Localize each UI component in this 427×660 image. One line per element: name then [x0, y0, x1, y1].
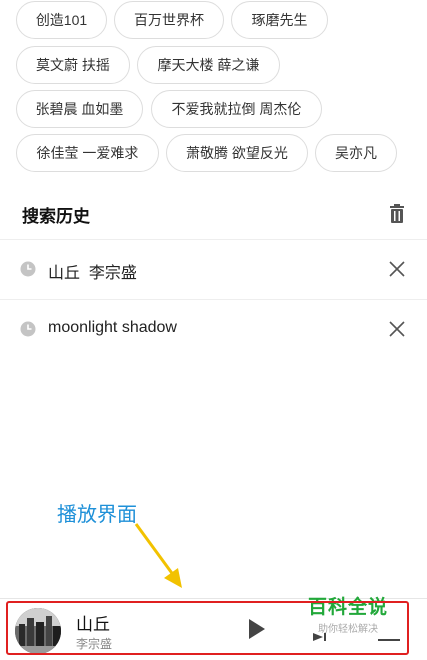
history-item-text: moonlight shadow [48, 319, 177, 336]
close-icon[interactable] [389, 261, 405, 277]
history-item-text: 山丘 李宗盛 [48, 265, 137, 282]
hot-tag[interactable]: 创造101 [16, 1, 107, 39]
hot-tag[interactable]: 张碧晨 血如墨 [16, 90, 143, 128]
hot-tag[interactable]: 徐佳莹 一爱难求 [16, 134, 159, 172]
hot-tag[interactable]: 萧敬腾 欲望反光 [166, 134, 308, 172]
search-history-title: 搜索历史 [22, 207, 90, 226]
mini-player-bar[interactable] [0, 598, 427, 660]
trash-icon[interactable] [388, 204, 406, 224]
history-item[interactable]: 山丘 李宗盛 [0, 240, 427, 298]
history-item[interactable]: moonlight shadow [0, 300, 427, 358]
hot-tag[interactable]: 摩天大楼 薛之谦 [137, 46, 280, 84]
clock-icon [20, 321, 36, 337]
album-cover[interactable] [15, 608, 61, 654]
close-icon[interactable] [389, 321, 405, 337]
annotation-arrow-icon [134, 523, 182, 588]
now-playing-artist: 李宗盛 [76, 637, 113, 651]
clock-icon [20, 261, 36, 277]
play-icon[interactable] [248, 618, 266, 640]
now-playing-title: 山丘 [76, 615, 110, 634]
next-icon[interactable] [312, 632, 330, 642]
hot-tag[interactable]: 吴亦凡 [315, 134, 397, 172]
hot-tag[interactable]: 莫文蔚 扶摇 [16, 46, 130, 84]
hot-tag[interactable]: 不爱我就拉倒 周杰伦 [151, 90, 322, 128]
hot-search-tags: 创造101 百万世界杯 琢磨先生 莫文蔚 扶摇 摩天大楼 薛之谦 张碧晨 血如墨… [0, 0, 427, 180]
annotation-label: 播放界面 [57, 504, 137, 526]
playlist-icon[interactable] [378, 633, 400, 641]
hot-tag[interactable]: 百万世界杯 [114, 1, 224, 39]
hot-tag[interactable]: 琢磨先生 [231, 1, 328, 39]
